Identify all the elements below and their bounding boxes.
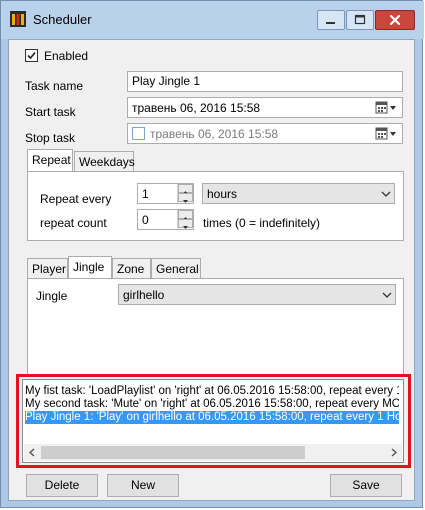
enabled-label[interactable]: Enabled <box>44 49 88 63</box>
chevron-down-icon <box>382 292 392 298</box>
stepper-down-button[interactable] <box>178 219 193 229</box>
repeat-count-label: repeat count <box>40 216 107 230</box>
repeat-count-value: 0 <box>142 213 149 227</box>
tab-player[interactable]: Player <box>27 258 68 278</box>
calendar-dropdown-icon[interactable] <box>375 127 397 141</box>
list-item[interactable]: My fist task: 'LoadPlaylist' on 'right' … <box>25 385 399 398</box>
action-tabstrip: Player Jingle Zone General <box>27 256 407 278</box>
task-list[interactable]: My fist task: 'LoadPlaylist' on 'right' … <box>22 379 404 463</box>
stepper-up-button[interactable] <box>178 210 193 220</box>
maximize-icon <box>354 14 366 25</box>
jingle-select[interactable]: girlhello <box>118 284 396 305</box>
tab-jingle[interactable]: Jingle <box>68 256 112 278</box>
repeat-every-value: 1 <box>142 187 149 201</box>
stepper-up-button[interactable] <box>178 184 193 194</box>
save-button[interactable]: Save <box>330 474 402 497</box>
stop-task-checkbox[interactable] <box>132 127 145 140</box>
scroll-right-icon[interactable] <box>390 448 398 457</box>
chevron-down-icon <box>381 191 391 197</box>
start-task-datepicker[interactable]: травень 06, 2016 15:58 <box>127 97 403 118</box>
task-name-input[interactable]: Play Jingle 1 <box>127 71 403 92</box>
repeat-unit-select[interactable]: hours <box>202 183 395 204</box>
repeat-count-stepper[interactable]: 0 <box>137 209 194 230</box>
start-task-label: Start task <box>25 105 76 119</box>
tab-weekdays[interactable]: Weekdays <box>74 151 135 171</box>
start-task-value: травень 06, 2016 15:58 <box>132 101 261 115</box>
scrollbar-thumb[interactable] <box>41 446 305 459</box>
scheduler-window: Scheduler Enabled Task name Play Jingle … <box>0 0 424 508</box>
stop-task-value: травень 06, 2016 15:58 <box>150 127 279 141</box>
arrow-down-icon <box>183 226 188 229</box>
app-icon <box>10 11 26 27</box>
close-icon <box>389 14 401 26</box>
title-bar[interactable]: Scheduler <box>1 1 424 39</box>
tab-repeat[interactable]: Repeat <box>27 149 73 171</box>
jingle-label: Jingle <box>36 289 68 303</box>
minimize-button[interactable] <box>317 10 345 30</box>
window-title: Scheduler <box>33 12 92 27</box>
stop-task-label: Stop task <box>25 131 76 145</box>
repeat-every-stepper[interactable]: 1 <box>137 183 194 204</box>
task-name-label: Task name <box>25 79 84 93</box>
delete-button[interactable]: Delete <box>26 474 98 497</box>
stepper-down-button[interactable] <box>178 193 193 203</box>
repeat-tabstrip: Repeat Weekdays <box>27 149 407 171</box>
close-button[interactable] <box>375 10 415 30</box>
repeat-tab-panel: Repeat every 1 hours repeat count 0 time… <box>27 171 404 241</box>
calendar-dropdown-icon[interactable] <box>375 101 397 115</box>
repeat-unit-value: hours <box>207 187 238 201</box>
jingle-value: girlhello <box>123 288 165 302</box>
list-item[interactable]: My second task: 'Mute' on 'right' at 06.… <box>25 398 399 411</box>
minimize-icon <box>326 22 335 24</box>
stop-task-datepicker[interactable]: травень 06, 2016 15:58 <box>127 123 403 144</box>
stepper-buttons <box>177 184 193 203</box>
form-client-area: Enabled Task name Play Jingle 1 Start ta… <box>8 39 415 501</box>
stepper-buttons <box>177 210 193 229</box>
maximize-button[interactable] <box>346 10 374 30</box>
scroll-left-icon[interactable] <box>28 448 36 457</box>
tab-zone[interactable]: Zone <box>112 258 151 278</box>
checkmark-icon <box>27 51 36 60</box>
enabled-checkbox[interactable] <box>25 49 38 62</box>
list-item-selected[interactable]: Play Jingle 1: 'Play' on girlhello at 06… <box>25 411 399 424</box>
repeat-every-label: Repeat every <box>40 192 112 206</box>
jingle-tab-panel: Jingle girlhello <box>27 278 404 376</box>
new-button[interactable]: New <box>107 474 179 497</box>
horizontal-scrollbar[interactable] <box>24 444 402 461</box>
tab-general[interactable]: General <box>151 258 201 278</box>
arrow-down-icon <box>183 200 188 203</box>
repeat-count-hint: times (0 = indefinitely) <box>203 216 321 230</box>
